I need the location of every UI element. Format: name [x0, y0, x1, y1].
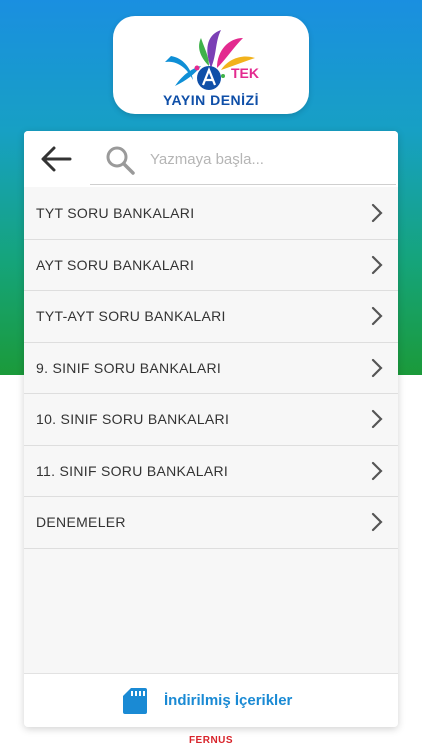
list-item-9-sinif-soru-bankalari[interactable]: 9. SINIF SORU BANKALARI: [24, 342, 398, 394]
logo-badge: TEK: [231, 65, 259, 81]
list-item-tyt-soru-bankalari[interactable]: TYT SORU BANKALARI: [24, 188, 398, 240]
back-button[interactable]: [38, 143, 74, 175]
list-item-label: 9. SINIF SORU BANKALARI: [36, 359, 222, 376]
search-bar: [24, 131, 398, 187]
downloaded-content-button[interactable]: İndirilmiş İçerikler: [24, 673, 398, 727]
list-item-tyt-ayt-soru-bankalari[interactable]: TYT-AYT SORU BANKALARI: [24, 291, 398, 343]
search-input[interactable]: [148, 145, 382, 173]
search-icon: [106, 146, 135, 175]
list-item-label: TYT SORU BANKALARI: [36, 205, 195, 221]
chevron-right-icon: [371, 358, 383, 377]
list-item-ayt-soru-bankalari[interactable]: AYT SORU BANKALARI: [24, 239, 398, 291]
downloaded-content-label: İndirilmiş İçerikler: [164, 692, 293, 709]
search-field[interactable]: [90, 131, 396, 185]
list-item-label: TYT-AYT SORU BANKALARI: [36, 308, 226, 324]
brand-footer-logo: FERNUS: [188, 735, 234, 746]
list-item-label: DENEMELER: [36, 514, 126, 530]
chevron-right-icon: [371, 203, 383, 223]
chevron-right-icon: [371, 512, 383, 532]
list-item-10-sinif-soru-bankalari[interactable]: 10. SINIF SORU BANKALARI: [24, 394, 398, 446]
logo-title: YAYIN DENİZİ: [163, 92, 259, 108]
chevron-right-icon: [371, 409, 383, 429]
back-arrow-icon: [41, 146, 72, 172]
chevron-right-icon: [371, 461, 383, 480]
list-item-11-sinif-soru-bankalari[interactable]: 11. SINIF SORU BANKALARI: [24, 445, 398, 497]
app-logo: TEK YAYIN DENİZİ: [113, 16, 309, 114]
chevron-right-icon: [371, 255, 383, 274]
list-item-label: 11. SINIF SORU BANKALARI: [36, 462, 229, 479]
list-item-label: AYT SORU BANKALARI: [36, 256, 195, 273]
list-item-label: 10. SINIF SORU BANKALARI: [36, 411, 230, 427]
list-item-denemeler[interactable]: DENEMELER: [24, 497, 398, 549]
category-panel: TYT SORU BANKALARI AYT SORU BANKALARI TY…: [24, 131, 398, 727]
sd-card-icon: [123, 688, 147, 714]
category-list: TYT SORU BANKALARI AYT SORU BANKALARI TY…: [24, 188, 398, 549]
chevron-right-icon: [371, 306, 383, 326]
